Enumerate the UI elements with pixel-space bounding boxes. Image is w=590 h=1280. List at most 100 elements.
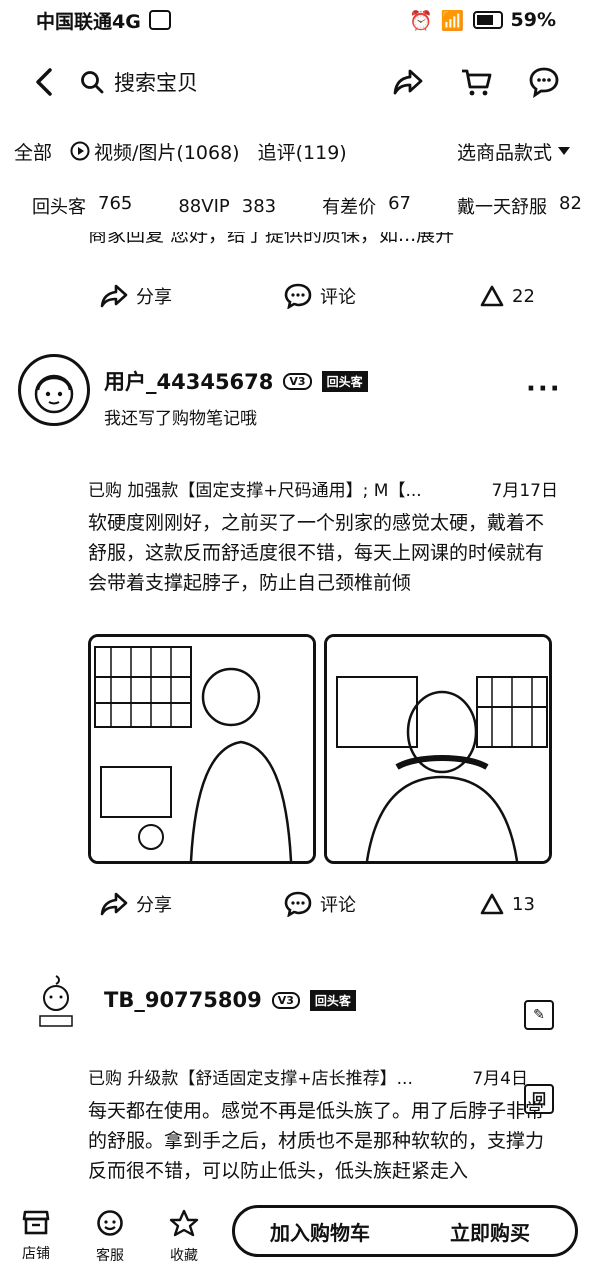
avatar[interactable]	[30, 972, 82, 1030]
tab-followup[interactable]: 追评(119)	[258, 138, 347, 165]
edit-note-icon[interactable]: ✎	[524, 1000, 554, 1030]
photo-image-icon	[327, 637, 549, 861]
vip-badge: V3	[283, 372, 312, 390]
review-photos	[88, 634, 552, 864]
comment-button[interactable]: 评论	[284, 283, 356, 309]
favorite-button[interactable]: 收藏	[154, 1209, 214, 1265]
status-bar: 中国联通4G ⏰ 📶 59%	[0, 0, 590, 40]
tag-label: 有差价	[322, 197, 377, 218]
avatar[interactable]	[18, 354, 90, 426]
like-button[interactable]: 22	[480, 285, 535, 307]
shop-label: 店铺	[22, 1246, 50, 1262]
shop-icon	[22, 1210, 50, 1235]
more-options-icon[interactable]: ···	[526, 374, 562, 404]
share-label: 分享	[136, 895, 172, 916]
tab-all[interactable]: 全部	[14, 138, 52, 165]
tag-count: 383	[241, 195, 277, 217]
username[interactable]: TB_90775809	[104, 988, 262, 1012]
cart-icon[interactable]	[454, 60, 498, 104]
tag-count: 82	[559, 193, 582, 214]
service-button[interactable]: 客服	[80, 1209, 140, 1265]
tab-media[interactable]: 视频/图片(1068)	[70, 138, 240, 165]
bottom-bar: 店铺 客服 收藏 加入购物车 立即购买	[0, 1195, 590, 1280]
tag-label: 戴一天舒服	[457, 197, 548, 218]
wifi-icon: 📶	[440, 9, 465, 32]
share-button[interactable]: 分享	[100, 283, 172, 309]
caret-down-icon	[558, 147, 570, 155]
purchase-info: 已购 升级款【舒适固定支撑+店长推荐】... 7月4日	[88, 1064, 528, 1089]
comment-icon	[284, 283, 312, 309]
tag-chip[interactable]: 88VIP 383	[178, 196, 276, 217]
avatar-cartoon-icon	[34, 374, 74, 414]
avatar-sketch-icon	[39, 975, 73, 1027]
review-text: 软硬度刚刚好，之前买了一个别家的感觉太硬，戴着不舒服，这款反而舒适度很不错，每天…	[88, 512, 545, 594]
battery-percent: 59%	[510, 9, 556, 31]
comment-button[interactable]: 评论	[284, 891, 356, 917]
star-icon	[169, 1209, 199, 1237]
back-icon[interactable]	[20, 58, 68, 106]
battery-icon	[472, 11, 503, 29]
review-actions: 分享 评论 13	[0, 884, 590, 924]
review-text: 每天都在使用。感觉不再是低头族了。用了后脖子非常的舒服。拿到手之后，材质也不是那…	[88, 1100, 545, 1182]
style-dropdown[interactable]: 选商品款式	[457, 138, 570, 165]
share-icon	[100, 892, 128, 916]
notes-subtitle[interactable]: 我还写了购物笔记哦	[104, 404, 257, 429]
tag-label: 88VIP	[178, 195, 230, 217]
photo-image-icon	[91, 637, 313, 861]
username-row: 用户_44345678 V3 回头客	[104, 366, 368, 396]
username-row: TB_90775809 V3 回头客	[104, 988, 356, 1012]
review-date: 7月4日	[472, 1069, 528, 1089]
search-bar[interactable]: 搜索宝贝	[80, 58, 386, 106]
share-icon[interactable]	[386, 60, 430, 104]
repeat-badge: 回头客	[309, 989, 356, 1011]
tab-media-label: 视频/图片(1068)	[94, 141, 240, 164]
purchase-spec: 已购 加强款【固定支撑+尺码通用】; M【...	[88, 481, 422, 501]
play-icon	[70, 141, 90, 161]
vip-badge: V3	[271, 991, 300, 1009]
like-count: 22	[512, 285, 535, 307]
seller-reply-cut: 商家回复 您好，给了提供的质保，如...展开	[88, 232, 455, 246]
tag-label: 回头客	[32, 197, 86, 218]
tag-count: 765	[98, 193, 133, 214]
tag-chip[interactable]: 有差价 67	[322, 193, 411, 219]
repeat-badge: 回头客	[321, 370, 368, 392]
purchase-pill: 加入购物车 立即购买	[232, 1205, 578, 1257]
username[interactable]: 用户_44345678	[104, 366, 273, 396]
nav-bar: 搜索宝贝	[0, 52, 590, 112]
buy-now-button[interactable]: 立即购买	[405, 1208, 575, 1254]
share-button[interactable]: 分享	[100, 891, 172, 917]
alarm-icon: ⏰	[409, 9, 433, 32]
status-left: 中国联通4G	[36, 7, 171, 34]
nav-icons	[386, 60, 566, 104]
search-icon	[81, 71, 104, 94]
review-photo[interactable]	[324, 634, 552, 864]
shop-button[interactable]: 店铺	[6, 1209, 66, 1263]
tag-chip[interactable]: 回头客 765	[32, 193, 132, 219]
share-label: 分享	[136, 287, 172, 308]
search-text: 搜索宝贝	[114, 71, 198, 95]
like-icon	[480, 893, 504, 915]
filter-row: 全部 视频/图片(1068) 追评(119) 选商品款式	[0, 130, 590, 172]
carrier-text: 中国联通4G	[36, 10, 141, 33]
like-icon	[480, 285, 504, 307]
like-count: 13	[512, 893, 535, 915]
like-button[interactable]: 13	[480, 893, 535, 915]
review-actions: 分享 评论 22	[0, 276, 590, 316]
comment-label: 评论	[320, 895, 356, 916]
status-right: ⏰ 📶 59%	[409, 9, 556, 32]
add-to-cart-button[interactable]: 加入购物车	[235, 1208, 405, 1254]
service-icon	[97, 1210, 123, 1236]
review-date: 7月17日	[491, 481, 558, 501]
share-icon	[100, 284, 128, 308]
purchase-info: 已购 加强款【固定支撑+尺码通用】; M【... 7月17日	[88, 476, 558, 501]
purchase-spec: 已购 升级款【舒适固定支撑+店长推荐】...	[88, 1069, 413, 1089]
notification-icon	[148, 10, 171, 30]
tag-count: 67	[388, 193, 412, 214]
tag-row: 回头客 765 88VIP 383 有差价 67 戴一天舒服 82	[0, 186, 590, 226]
comment-icon	[284, 891, 312, 917]
review-photo[interactable]	[88, 634, 316, 864]
style-dropdown-label: 选商品款式	[456, 141, 552, 164]
tag-chip[interactable]: 戴一天舒服 82	[457, 193, 582, 219]
message-icon[interactable]	[522, 60, 566, 104]
comment-label: 评论	[320, 287, 356, 308]
